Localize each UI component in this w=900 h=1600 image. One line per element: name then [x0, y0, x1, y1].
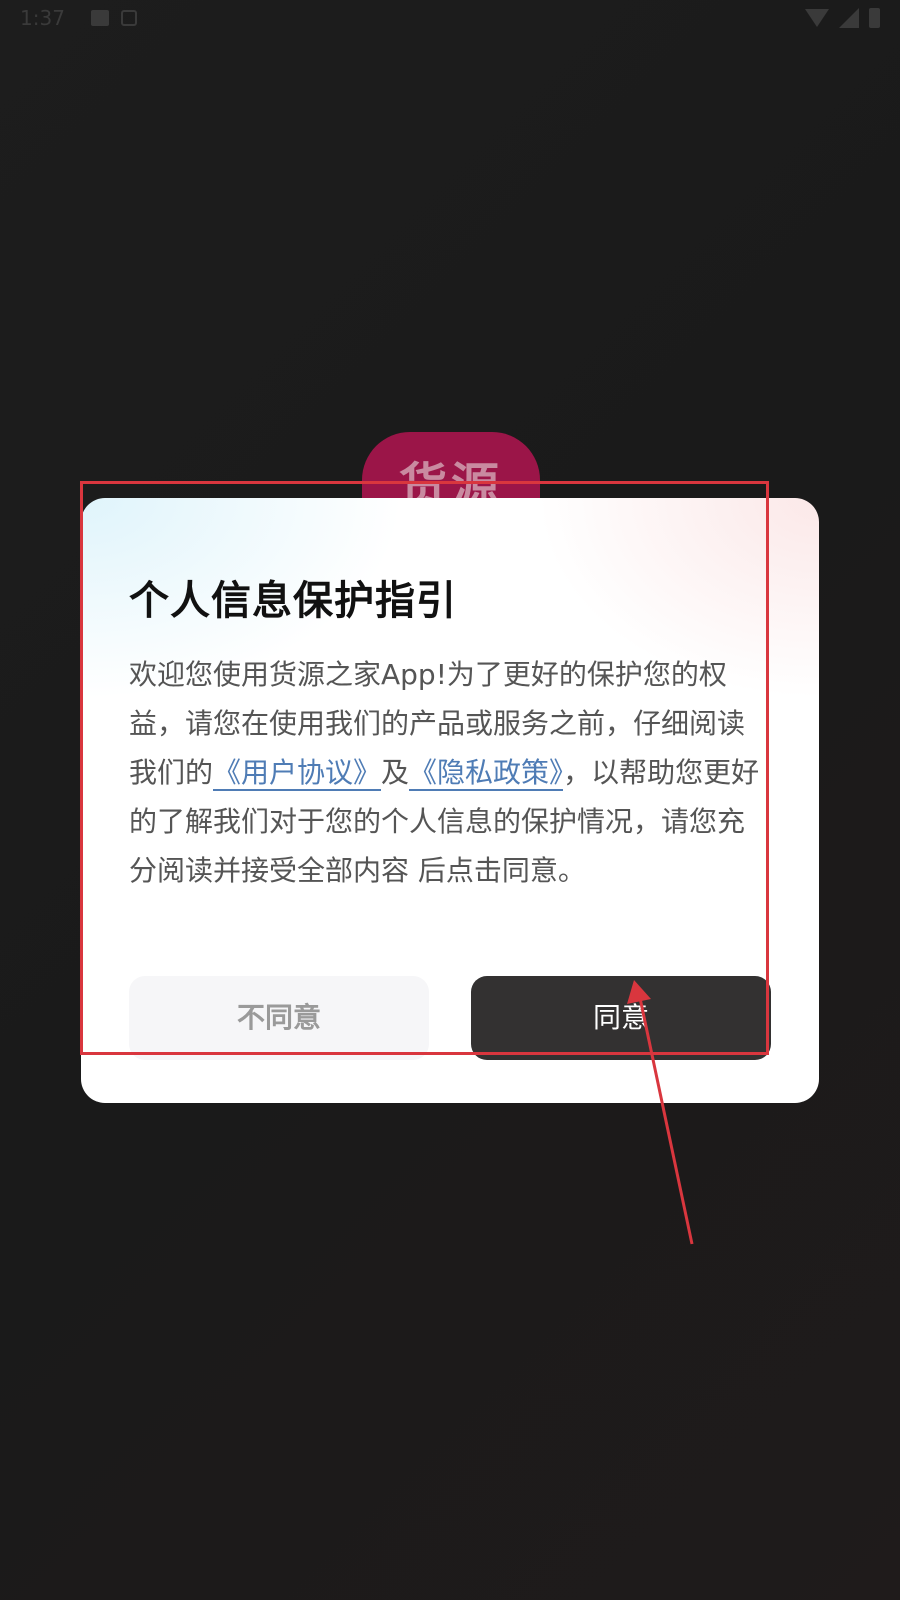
app-notification-icon	[120, 10, 137, 26]
status-right	[805, 8, 880, 28]
privacy-dialog: 个人信息保护指引 欢迎您使用货源之家App!为了更好的保护您的权益，请您在使用我…	[81, 498, 819, 1103]
and-text: 及	[381, 756, 410, 789]
battery-icon	[869, 8, 880, 28]
wifi-icon	[805, 9, 829, 27]
status-left: 1:37	[20, 6, 137, 30]
image-notification-icon	[90, 10, 109, 26]
user-agreement-link[interactable]: 《用户协议》	[213, 756, 382, 791]
disagree-button[interactable]: 不同意	[129, 976, 429, 1060]
status-bar: 1:37	[0, 0, 900, 36]
screen: 1:37 货源 个人信息保护指引 欢迎您使用货源之家App!为了更好的保护您的权…	[0, 0, 900, 1600]
dialog-title: 个人信息保护指引	[129, 578, 457, 624]
agree-button[interactable]: 同意	[471, 976, 771, 1060]
privacy-policy-link[interactable]: 《隐私政策》	[409, 756, 564, 791]
cell-signal-icon	[839, 8, 859, 28]
status-time: 1:37	[20, 6, 65, 30]
dialog-body: 欢迎您使用货源之家App!为了更好的保护您的权益，请您在使用我们的产品或服务之前…	[129, 650, 771, 895]
